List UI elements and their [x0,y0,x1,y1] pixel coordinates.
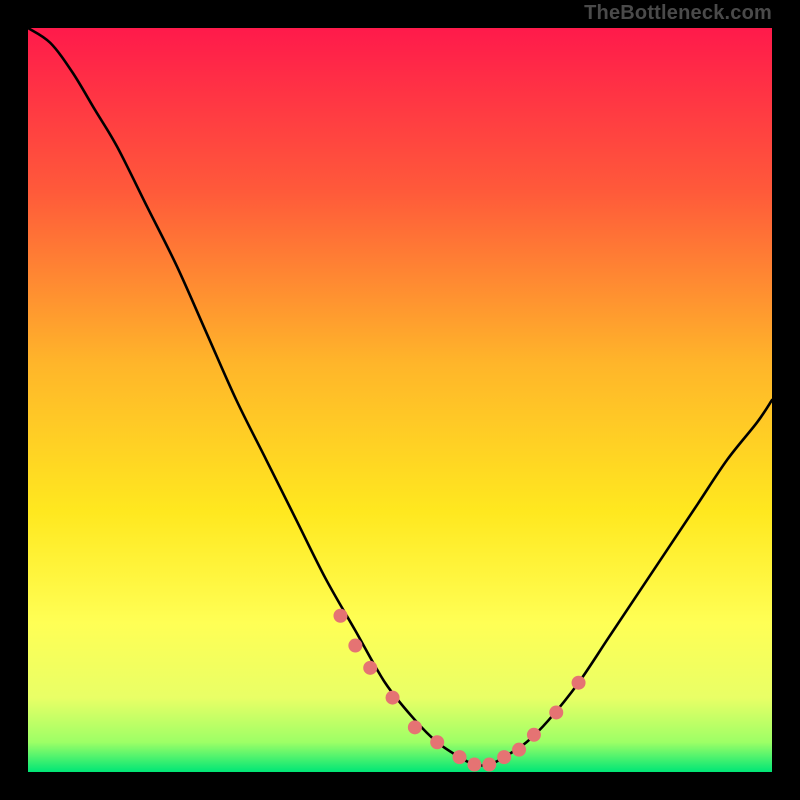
plot-area [28,28,772,772]
marker-point [512,743,526,757]
marker-point [363,661,377,675]
chart-canvas: TheBottleneck.com [0,0,800,800]
marker-point [527,728,541,742]
marker-point [467,758,481,772]
marker-point [572,676,586,690]
marker-point [453,750,467,764]
marker-point [348,639,362,653]
marker-point [386,691,400,705]
marker-point [430,735,444,749]
highlight-markers [333,609,585,772]
marker-point [497,750,511,764]
bottleneck-curve [28,28,772,765]
marker-point [333,609,347,623]
marker-point [549,705,563,719]
marker-point [408,720,422,734]
marker-point [482,758,496,772]
source-label: TheBottleneck.com [584,2,772,25]
curve-layer [28,28,772,772]
